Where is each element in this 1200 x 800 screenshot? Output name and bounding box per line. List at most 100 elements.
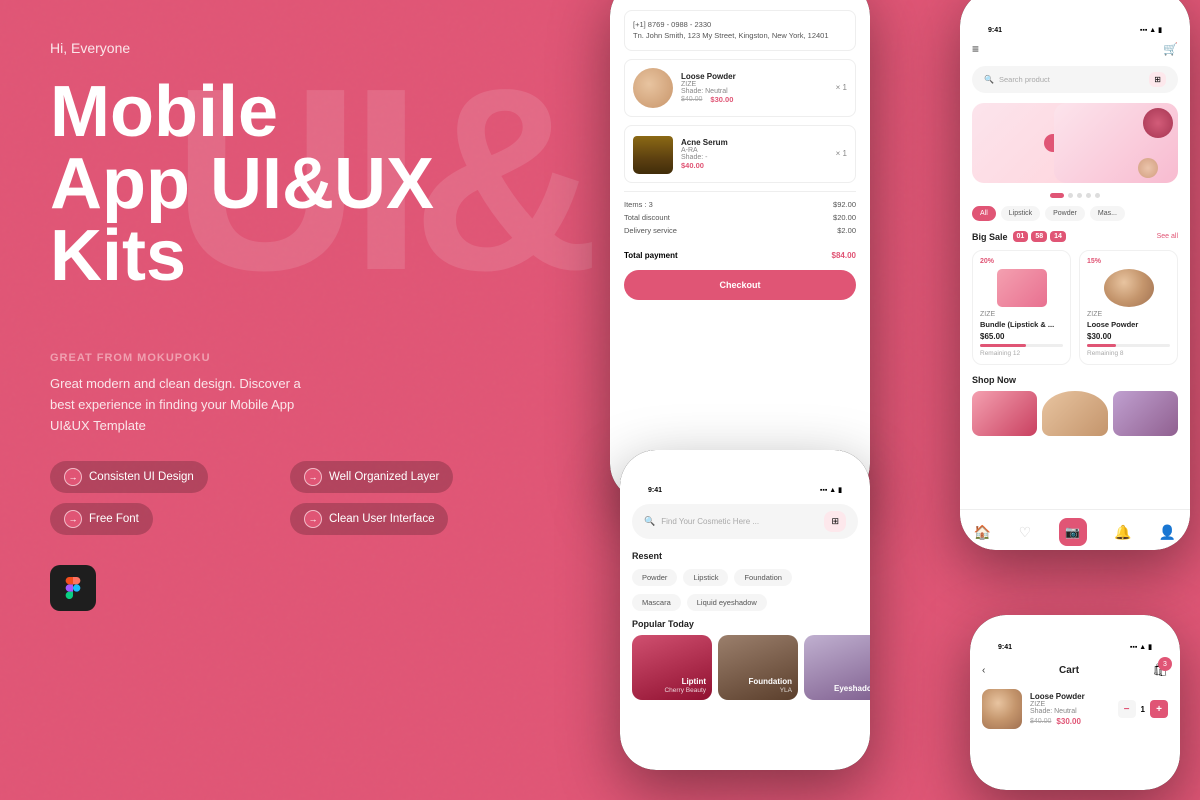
search-bar-shop[interactable]: 🔍 Search product ⊞ [972, 66, 1178, 93]
mini-product-info: Loose Powder ZIZE Shade: Neutral $40.00 … [1030, 692, 1110, 726]
sale-product-2-title: Loose Powder [1087, 320, 1170, 329]
qty-plus-button[interactable]: + [1150, 700, 1168, 718]
nav-heart-icon[interactable]: ♡ [1019, 524, 1032, 541]
signal-shop: ▪▪▪ ▲ ▮ [1140, 26, 1162, 34]
items-row: Items : 3 $92.00 [624, 200, 856, 209]
big-sale-header: Big Sale 01 58 14 See all [972, 231, 1178, 242]
feature-item-4: Clean User Interface [290, 503, 448, 535]
cart-header-row: ‹ Cart 🛍 3 [982, 661, 1168, 679]
cat-more[interactable]: Mas... [1090, 206, 1125, 221]
hi-text: Hi, Everyone [50, 40, 510, 56]
phone-cart-bottom: 9:41 ▪▪▪ ▲ ▮ ‹ Cart 🛍 3 [970, 615, 1180, 790]
cat-all[interactable]: All [972, 206, 996, 221]
product-2-price: $40.00 [681, 161, 828, 170]
feature-arrow-icon-1 [64, 468, 82, 486]
discount-row: Total discount $20.00 [624, 213, 856, 222]
mini-product-name: Loose Powder [1030, 692, 1110, 701]
delivery-row: Delivery service $2.00 [624, 226, 856, 235]
filter-btn-shop[interactable]: ⊞ [1149, 72, 1166, 87]
nav-profile-icon[interactable]: 👤 [1159, 524, 1176, 541]
discount-badge-1: 20% [980, 258, 1063, 265]
sale-product-2-brand: ZIZE [1087, 311, 1170, 318]
tag-lipstick[interactable]: Lipstick [683, 569, 728, 586]
progress-bar-1 [980, 344, 1063, 347]
tag-eyeshadow[interactable]: Liquid eyeshadow [687, 594, 767, 611]
sale-card-1[interactable]: 20% ZIZE Bundle (Lipstick & ... $65.00 R… [972, 250, 1071, 365]
nav-camera-icon[interactable]: 📷 [1059, 518, 1087, 546]
tag-powder[interactable]: Powder [632, 569, 677, 586]
delivery-label: Delivery service [624, 226, 677, 235]
search-icon-shop: 🔍 [984, 75, 994, 84]
main-title: Mobile App UI&UX Kits [50, 76, 510, 292]
cat-lipstick[interactable]: Lipstick [1001, 206, 1040, 221]
tag-mascara[interactable]: Mascara [632, 594, 681, 611]
search-icon: 🔍 [644, 516, 655, 527]
product-1-brand: ZIZE [681, 81, 828, 88]
feature-arrow-icon-3 [64, 510, 82, 528]
sale-price-1: $65.00 [980, 332, 1063, 341]
product-2-info: Acne Serum A-RA Shade: - $40.00 [681, 138, 828, 170]
progress-fill-1 [980, 344, 1026, 347]
hamburger-icon[interactable]: ≡ [972, 42, 979, 56]
signal-cart-bottom: ▪▪▪ ▲ ▮ [1130, 643, 1152, 651]
features-grid: Consisten UI Design Well Organized Layer… [50, 461, 510, 535]
nav-bell-icon[interactable]: 🔔 [1114, 524, 1131, 541]
product-2-image [633, 134, 673, 174]
count-seconds: 14 [1050, 231, 1066, 242]
progress-fill-2 [1087, 344, 1116, 347]
back-button[interactable]: ‹ [982, 665, 985, 676]
checkout-button[interactable]: Checkout [624, 270, 856, 300]
time-cart-bottom: 9:41 [998, 644, 1012, 651]
qty-number: 1 [1141, 705, 1145, 714]
popular-foundation-brand: YLA [780, 687, 792, 694]
qty-control: − 1 + [1118, 700, 1168, 718]
cart-icon[interactable]: 🛒 [1163, 42, 1178, 56]
popular-card-foundation[interactable]: Foundation YLA [718, 635, 798, 700]
sale-price-2: $30.00 [1087, 332, 1170, 341]
total-row: Total payment $84.00 [624, 247, 856, 260]
cart-summary: Items : 3 $92.00 Total discount $20.00 D… [624, 191, 856, 247]
popular-card-eyeshadow[interactable]: Eyeshadow [804, 635, 870, 700]
count-minutes: 58 [1031, 231, 1047, 242]
cat-powder[interactable]: Powder [1045, 206, 1085, 221]
popular-liptint-name: Liptint [682, 677, 706, 687]
great-from-label: GREAT FROM MOKUPOKU [50, 352, 510, 364]
mini-product-img [982, 689, 1022, 729]
qty-minus-button[interactable]: − [1118, 700, 1136, 718]
phone-cart-top-screen: [+1] 8769 - 0988 - 2330 Tn. John Smith, … [610, 0, 870, 500]
shop-img-1[interactable] [972, 391, 1037, 436]
count-hours: 01 [1013, 231, 1029, 242]
feature-label-2: Well Organized Layer [329, 471, 439, 483]
big-sale-title: Big Sale [972, 232, 1008, 242]
items-label: Items : 3 [624, 200, 653, 209]
popular-eyeshadow-name: Eyeshadow [834, 684, 870, 694]
sale-product-1-img [997, 269, 1047, 307]
hero-dots [972, 193, 1178, 198]
feature-item-2: Well Organized Layer [290, 461, 453, 493]
popular-foundation-name: Foundation [748, 677, 792, 687]
status-bar-cart-bottom: 9:41 ▪▪▪ ▲ ▮ [982, 635, 1168, 655]
tag-foundation[interactable]: Foundation [734, 569, 792, 586]
shop-img-2[interactable] [1042, 391, 1107, 436]
phone-shop-screen: 9:41 ▪▪▪ ▲ ▮ ≡ 🛒 🔍 Search product ⊞ [960, 0, 1190, 550]
popular-card-liptint[interactable]: Liptint Cherry Beauty [632, 635, 712, 700]
category-tabs: All Lipstick Powder Mas... [972, 206, 1178, 221]
address: Tn. John Smith, 123 My Street, Kingston,… [633, 30, 847, 41]
shop-header: ≡ 🛒 [972, 42, 1178, 56]
sale-card-2[interactable]: 15% ZIZE Loose Powder $30.00 Remaining 8 [1079, 250, 1178, 365]
big-sale-left: Big Sale 01 58 14 [972, 231, 1066, 242]
nav-home-icon[interactable]: 🏠 [974, 524, 991, 541]
search-placeholder: Find Your Cosmetic Here ... [661, 517, 818, 526]
filter-button[interactable]: ⊞ [824, 511, 846, 532]
sale-img-1-visual [997, 269, 1047, 307]
search-bar[interactable]: 🔍 Find Your Cosmetic Here ... ⊞ [632, 504, 858, 539]
popular-grid: Liptint Cherry Beauty Foundation YLA [632, 635, 858, 700]
see-all-link[interactable]: See all [1157, 233, 1178, 240]
shop-img-3[interactable] [1113, 391, 1178, 436]
product-1-price: $30.00 [710, 95, 733, 104]
product-1-info: Loose Powder ZIZE Shade: Neutral $40.00 … [681, 72, 828, 104]
popular-liptint-brand: Cherry Beauty [664, 687, 706, 694]
recent-title: Resent [632, 551, 858, 561]
mini-product-brand: ZIZE [1030, 701, 1110, 708]
discount-badge-2: 15% [1087, 258, 1170, 265]
